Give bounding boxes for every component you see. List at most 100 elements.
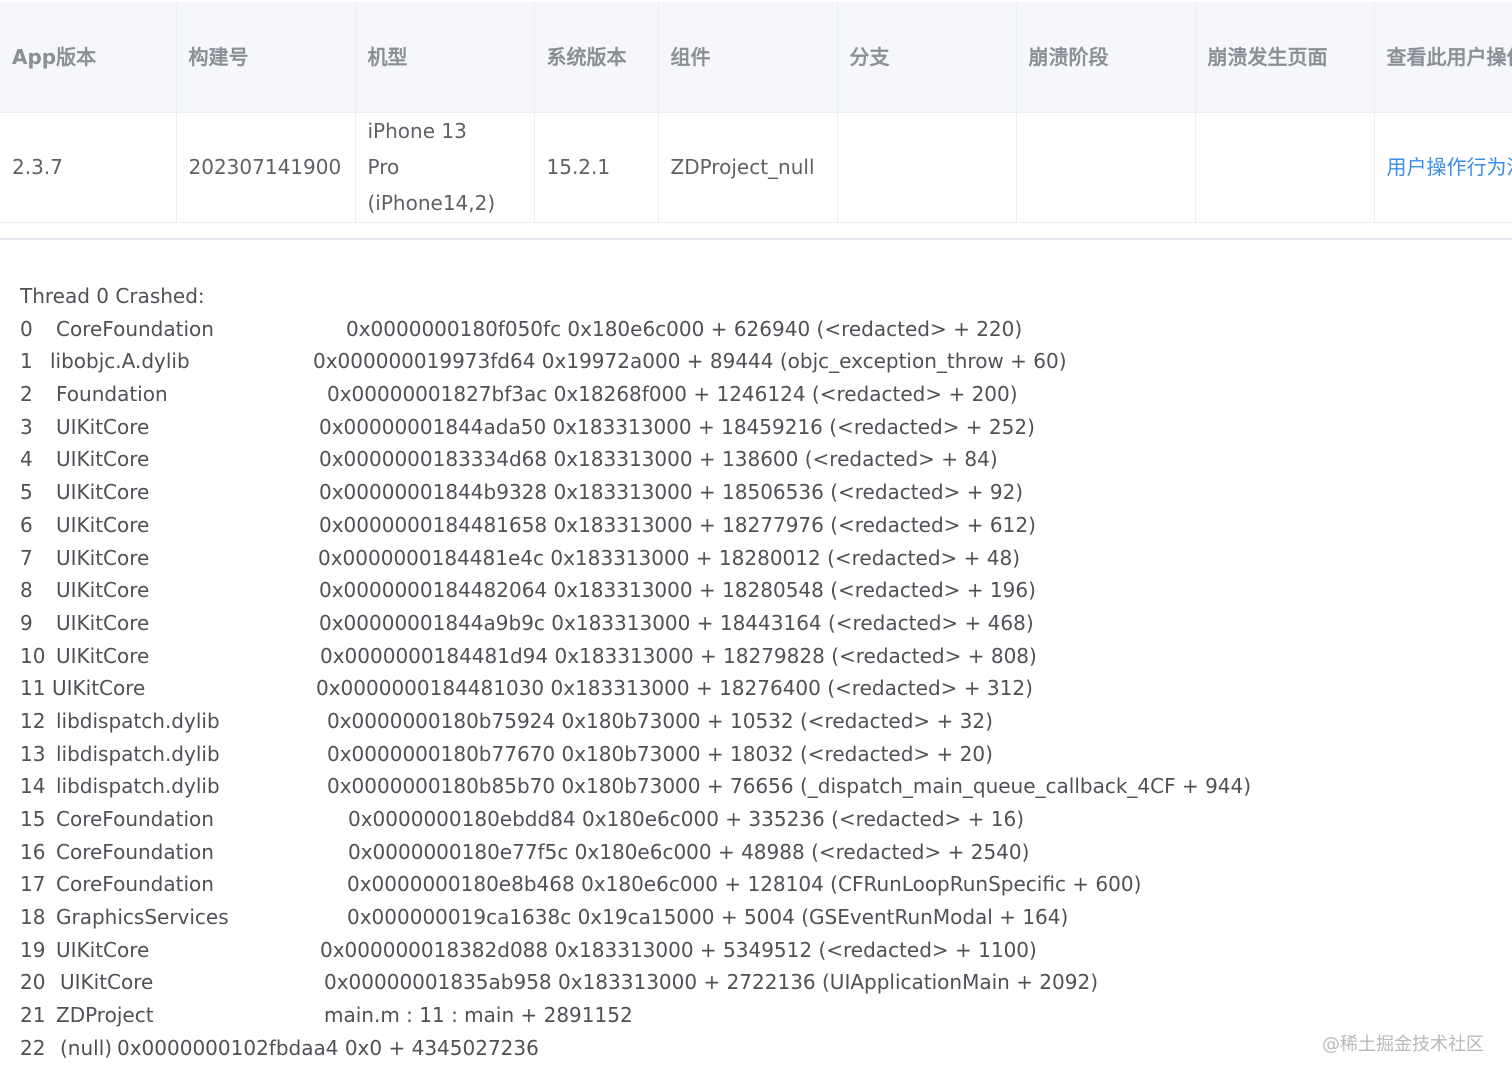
crash-stack-trace: Thread 0 Crashed: 0 CoreFoundation 0x00000… (0, 280, 1512, 1065)
watermark-text: @稀土掘金技术社区 (1322, 1034, 1484, 1055)
frame-library: libobjc.A.dylib (50, 349, 190, 374)
frame-address: 0x0000000180b85b70 0x180b73000 + 76656 (… (327, 774, 1252, 799)
frame-index: 17 (20, 872, 46, 897)
cell-device-model: iPhone 13 Pro (iPhone14,2) (355, 112, 535, 223)
frame-index: 21 (20, 1003, 46, 1028)
cell-crash-page (1195, 112, 1375, 223)
frame-library: ZDProject (56, 1003, 154, 1028)
stack-frame-row: 18 GraphicsServices 0x000000019ca1638c 0x1… (0, 901, 1512, 934)
frame-library: CoreFoundation (56, 872, 214, 897)
frame-address: 0x00000001844ada50 0x183313000 + 1845921… (319, 414, 1035, 439)
frame-library: libdispatch.dylib (56, 708, 220, 733)
stack-frame-row: 8 UIKitCore 0x0000000184482064 0x183313000… (0, 574, 1512, 607)
frame-index: 7 (20, 545, 33, 570)
stack-frame-row: 20 UIKitCore 0x00000001835ab958 0x18331300… (0, 966, 1512, 999)
frame-address: 0x0000000184481030 0x183313000 + 1827640… (316, 676, 1033, 701)
frame-index: 0 (20, 316, 33, 341)
frame-address: 0x000000019973fd64 0x19972a000 + 89444 (… (313, 349, 1067, 374)
cell-os-version: 15.2.1 (534, 112, 659, 223)
frame-library: UIKitCore (56, 480, 150, 505)
header-crash-page: 崩溃发生页面 (1195, 2, 1375, 113)
frame-address: 0x0000000180f050fc 0x180e6c000 + 626940 … (346, 316, 1023, 341)
frame-library: UIKitCore (56, 545, 150, 570)
frame-index: 14 (20, 774, 46, 799)
frame-library: libdispatch.dylib (56, 774, 220, 799)
frame-library: Foundation (56, 382, 168, 407)
frame-address: 0x0000000180ebdd84 0x180e6c000 + 335236 … (348, 807, 1025, 831)
frame-index: 4 (20, 447, 33, 472)
frame-library: libdispatch.dylib (56, 741, 220, 766)
frame-library: UIKitCore (56, 578, 150, 603)
cell-branch (837, 112, 1017, 223)
cell-build-number: 202307141900 (176, 112, 356, 223)
frame-index: 15 (20, 807, 46, 831)
frame-address: 0x0000000180e77f5c 0x180e6c000 + 48988 (… (348, 839, 1030, 864)
frame-library: UIKitCore (56, 610, 150, 635)
stack-frame-row: 17 CoreFoundation 0x0000000180e8b468 0x180… (0, 868, 1512, 901)
header-branch: 分支 (837, 2, 1017, 113)
stack-frame-row: 3 UIKitCore 0x00000001844ada50 0x183313000… (0, 411, 1512, 444)
frame-index: 13 (20, 741, 46, 766)
frame-index: 18 (20, 905, 46, 930)
frame-index: 10 (20, 643, 46, 668)
frame-address: 0x0000000102fbdaa4 0x0 + 4345027236 (117, 1035, 539, 1060)
frame-index: 16 (20, 839, 46, 864)
frame-index: 12 (20, 708, 46, 733)
stack-frame-row: 12 libdispatch.dylib 0x0000000180b75924 0x… (0, 705, 1512, 738)
stack-frame-row: 5 UIKitCore 0x00000001844b9328 0x183313000… (0, 476, 1512, 509)
trace-title-line: Thread 0 Crashed: (0, 280, 1512, 313)
frame-address: 0x000000019ca1638c 0x19ca15000 + 5004 (G… (347, 905, 1069, 930)
table-header-row: App版本 构建号 机型 系统版本 组件 分支 崩溃阶段 崩溃发生页面 查看此用… (0, 2, 1512, 113)
stack-frame-row: 1 libobjc.A.dylib 0x000000019973fd64 0x199… (0, 345, 1512, 378)
crash-report-page: App版本 构建号 机型 系统版本 组件 分支 崩溃阶段 崩溃发生页面 查看此用… (0, 0, 1512, 1082)
stack-frame-row: 6 UIKitCore 0x0000000184481658 0x183313000… (0, 509, 1512, 542)
frame-index: 20 (20, 970, 46, 995)
header-user-flow: 查看此用户操作行为流 (1374, 2, 1512, 113)
frame-address: 0x0000000184481d94 0x183313000 + 1827982… (320, 643, 1037, 668)
frame-index: 22 (20, 1035, 46, 1060)
cell-component: ZDProject_null (658, 112, 838, 223)
frame-address: 0x000000018382d088 0x183313000 + 5349512… (320, 937, 1037, 962)
table-row: 2.3.7 202307141900 iPhone 13 Pro (iPhone… (0, 112, 1512, 223)
stack-frame-row: 21 ZDProject main.m : 11 : main + 2891152 (0, 999, 1512, 1032)
frame-library: CoreFoundation (56, 839, 214, 864)
frame-index: 8 (20, 578, 33, 603)
frame-address: 0x0000000184482064 0x183313000 + 1828054… (319, 578, 1036, 603)
user-flow-link[interactable]: 用户操作行为流 (1387, 155, 1512, 179)
header-app-version: App版本 (0, 2, 177, 113)
stack-frame-row: 13 libdispatch.dylib 0x0000000180b77670 0x… (0, 738, 1512, 771)
frame-address: main.m : 11 : main + 2891152 (324, 1003, 633, 1028)
stack-frame-row: 2 Foundation 0x00000001827bf3ac 0x18268f00… (0, 378, 1512, 411)
frame-address: 0x00000001835ab958 0x183313000 + 2722136… (324, 970, 1099, 995)
frame-index: 9 (20, 610, 33, 635)
frame-index: 5 (20, 480, 33, 505)
frame-address: 0x0000000184481658 0x183313000 + 1827797… (319, 512, 1036, 537)
stack-frame-row: 9 UIKitCore 0x00000001844a9b9c 0x183313000… (0, 607, 1512, 640)
stack-frame-row: 10 UIKitCore 0x0000000184481d94 0x18331300… (0, 640, 1512, 673)
frame-index: 19 (20, 937, 46, 962)
frame-address: 0x0000000180b75924 0x180b73000 + 10532 (… (327, 708, 993, 733)
header-build-number: 构建号 (176, 2, 356, 113)
frame-address: 0x0000000184481e4c 0x183313000 + 1828001… (318, 545, 1020, 570)
frame-address: 0x00000001827bf3ac 0x18268f000 + 1246124… (327, 382, 1018, 407)
section-divider (0, 238, 1512, 240)
frame-index: 6 (20, 512, 33, 537)
stack-frame-row: 0 CoreFoundation 0x0000000180f050fc 0x180e… (0, 313, 1512, 346)
cell-crash-stage (1016, 112, 1196, 223)
header-component: 组件 (658, 2, 838, 113)
frame-index: 11 (20, 676, 46, 701)
stack-frame-row: 7 UIKitCore 0x0000000184481e4c 0x183313000… (0, 542, 1512, 575)
frame-index: 3 (20, 414, 33, 439)
frame-address: 0x00000001844b9328 0x183313000 + 1850653… (319, 480, 1024, 505)
frame-index: 2 (20, 382, 33, 407)
stack-frame-row: 11 UIKitCore 0x0000000184481030 0x18331300… (0, 672, 1512, 705)
frame-library: UIKitCore (56, 512, 150, 537)
stack-frame-row: 15 CoreFoundation 0x0000000180ebdd84 0x180… (0, 803, 1512, 836)
frame-address: 0x0000000180e8b468 0x180e6c000 + 128104 … (347, 872, 1142, 897)
cell-user-flow: 用户操作行为流 (1374, 112, 1512, 223)
header-os-version: 系统版本 (534, 2, 659, 113)
stack-frame-row: 16 CoreFoundation 0x0000000180e77f5c 0x180… (0, 836, 1512, 869)
frame-index: 1 (20, 349, 33, 374)
frame-library: UIKitCore (56, 447, 150, 472)
frame-library: UIKitCore (52, 676, 146, 701)
